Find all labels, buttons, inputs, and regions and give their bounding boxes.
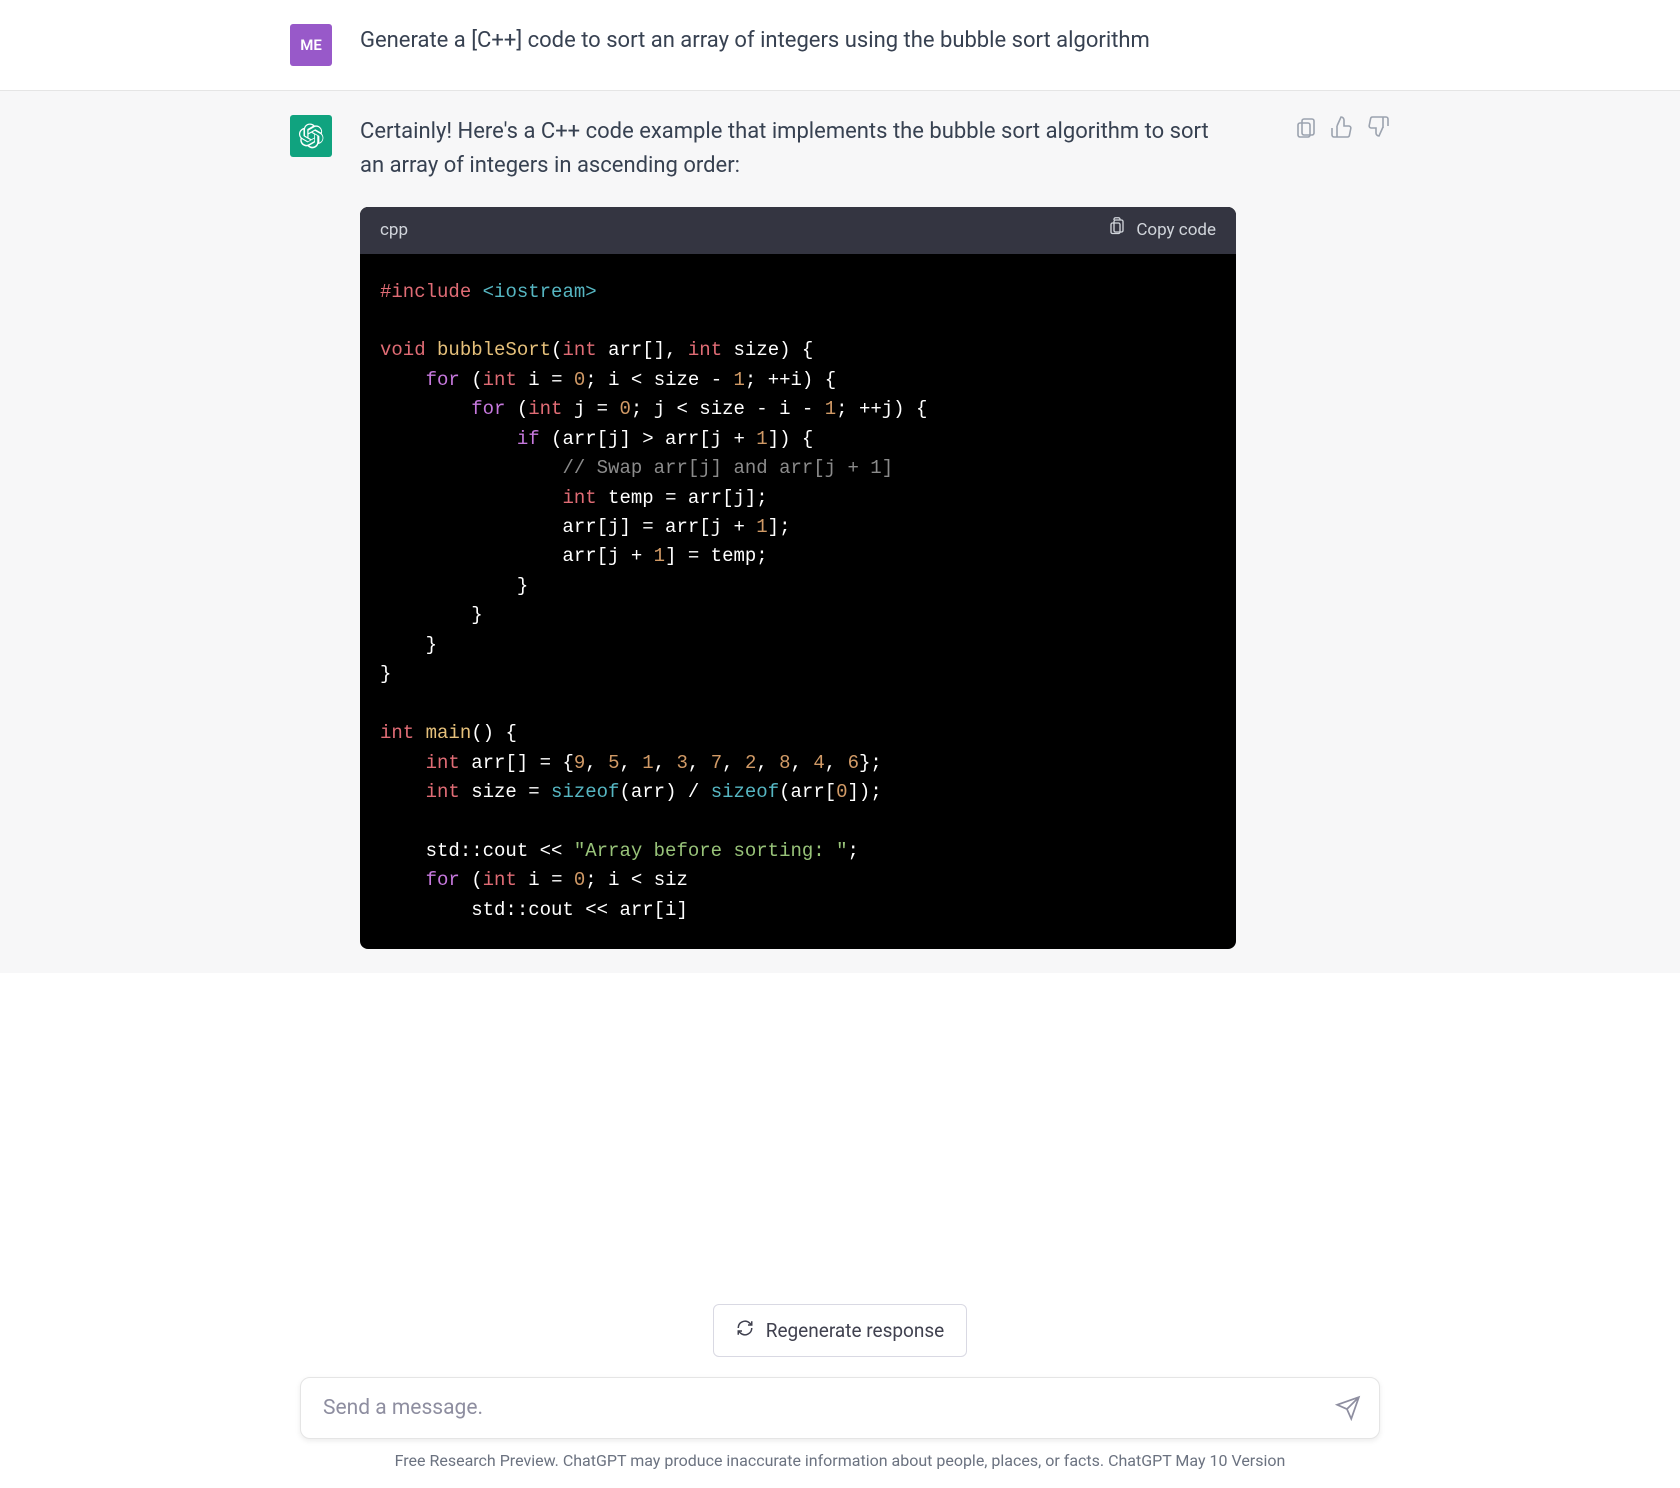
assistant-intro-text: Certainly! Here's a C++ code example tha…: [360, 115, 1236, 183]
thumbs-up-button[interactable]: [1330, 115, 1354, 139]
regenerate-label: Regenerate response: [766, 1319, 945, 1342]
copy-code-button[interactable]: Copy code: [1108, 217, 1216, 243]
send-button[interactable]: [1335, 1395, 1361, 1421]
code-content[interactable]: #include <iostream> void bubbleSort(int …: [360, 254, 1236, 950]
user-message-row: ME Generate a [C++] code to sort an arra…: [0, 0, 1680, 90]
bottom-area: Regenerate response Send a message. Free…: [0, 1304, 1680, 1488]
user-avatar: ME: [290, 24, 332, 66]
copy-message-button[interactable]: [1294, 115, 1318, 139]
assistant-message-row: Certainly! Here's a C++ code example tha…: [0, 90, 1680, 973]
message-actions: [1294, 115, 1390, 949]
thumbs-down-button[interactable]: [1366, 115, 1390, 139]
footer-text: Free Research Preview. ChatGPT may produ…: [150, 1451, 1530, 1470]
code-language-label: cpp: [380, 217, 408, 243]
user-avatar-label: ME: [300, 36, 322, 54]
copy-code-label: Copy code: [1136, 217, 1216, 243]
code-header: cpp Copy code: [360, 207, 1236, 253]
message-input[interactable]: Send a message.: [300, 1377, 1380, 1439]
code-block: cpp Copy code #include <iostream> void b…: [360, 207, 1236, 949]
assistant-avatar: [290, 115, 332, 157]
refresh-icon: [736, 1319, 754, 1342]
clipboard-icon: [1108, 217, 1126, 243]
user-message-text: Generate a [C++] code to sort an array o…: [360, 24, 1390, 66]
regenerate-button[interactable]: Regenerate response: [713, 1304, 968, 1357]
message-placeholder: Send a message.: [323, 1396, 483, 1420]
